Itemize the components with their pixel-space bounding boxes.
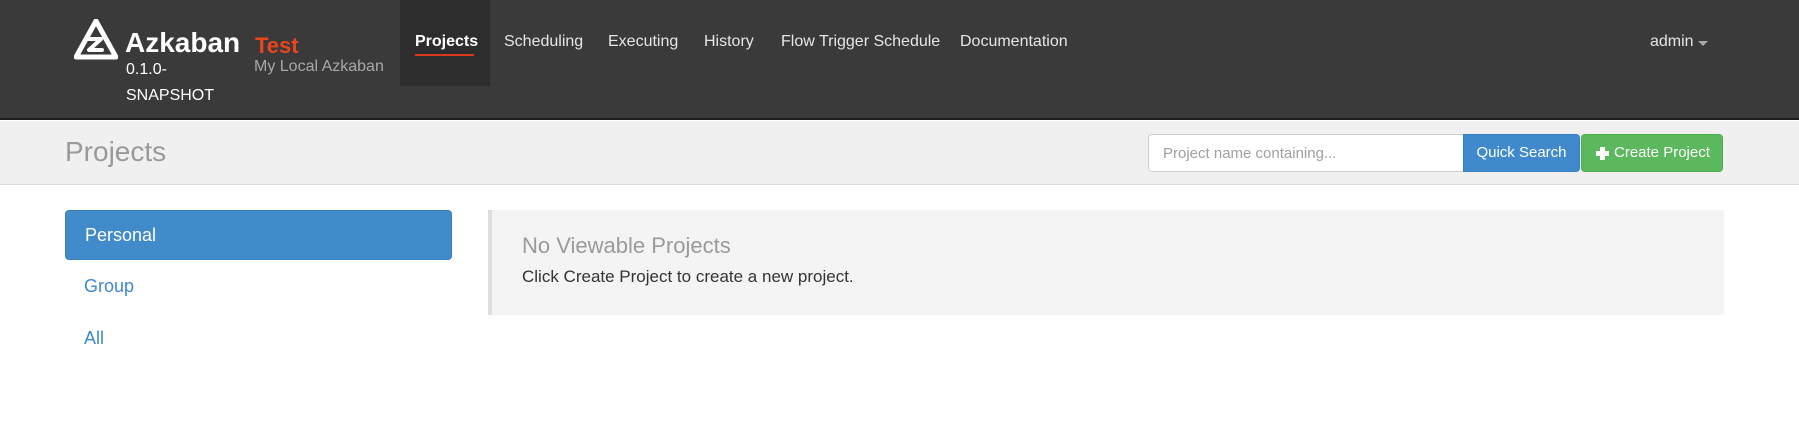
brand-name[interactable]: Azkaban <box>125 27 240 59</box>
environment-name: Test <box>255 33 299 58</box>
caret-down-icon[interactable] <box>1698 41 1708 46</box>
top-navbar: Azkaban 0.1.0-SNAPSHOT Test My Local Azk… <box>0 0 1799 120</box>
user-menu[interactable]: admin <box>1650 33 1694 51</box>
nav-item-projects[interactable]: Projects <box>415 33 478 51</box>
sidebar-item-group[interactable]: Group <box>65 262 452 312</box>
empty-state-text: Click Create Project to create a new pro… <box>522 267 854 286</box>
nav-item-documentation[interactable]: Documentation <box>960 33 1068 51</box>
create-project-label: Create Project <box>1614 144 1710 161</box>
page-header: Projects Quick Search Create Project <box>0 121 1799 185</box>
quick-search-button[interactable]: Quick Search <box>1463 134 1580 172</box>
nav-item-scheduling[interactable]: Scheduling <box>504 33 583 51</box>
nav-item-flow-trigger-schedule[interactable]: Flow Trigger Schedule <box>781 33 940 51</box>
nav-item-history[interactable]: History <box>704 33 754 51</box>
empty-state-title: No Viewable Projects <box>522 233 731 258</box>
environment-subtitle: My Local Azkaban <box>254 58 384 75</box>
brand-version: 0.1.0-SNAPSHOT <box>126 61 215 104</box>
sidebar-item-personal[interactable]: Personal <box>65 210 452 260</box>
create-project-button[interactable]: Create Project <box>1581 134 1723 172</box>
nav-active-underline <box>415 54 474 56</box>
sidebar-item-all[interactable]: All <box>65 314 452 364</box>
nav-item-executing[interactable]: Executing <box>608 33 678 51</box>
azkaban-logo-icon[interactable] <box>74 19 118 61</box>
project-search-input[interactable] <box>1148 134 1464 172</box>
page-title: Projects <box>65 136 167 167</box>
plus-icon <box>1596 147 1609 160</box>
empty-projects-panel: No Viewable Projects Click Create Projec… <box>488 210 1724 315</box>
